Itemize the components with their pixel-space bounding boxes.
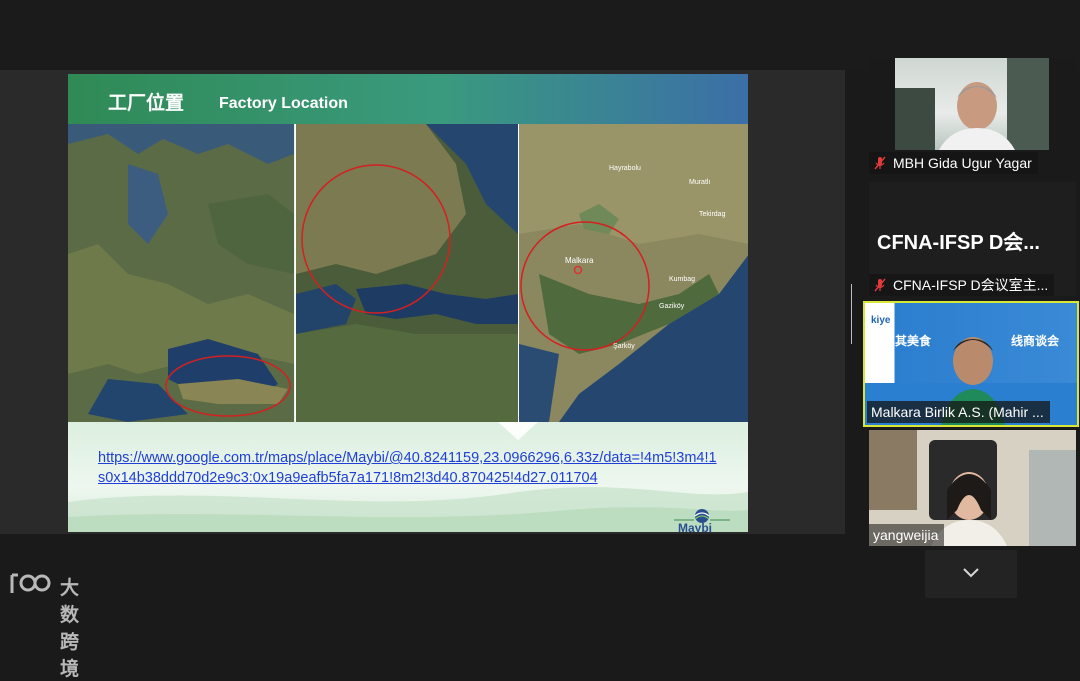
participant-tile[interactable]: MBH Gida Ugur Yagar: [869, 58, 1076, 174]
svg-text:Kumbag: Kumbag: [669, 276, 695, 283]
watermark-logo: [10, 573, 51, 593]
svg-text:Maybi: Maybi: [678, 521, 712, 532]
watermark-text: 大数跨境: [60, 577, 80, 680]
slide-header: 工厂位置 Factory Location: [68, 74, 748, 124]
svg-text:Gaziköy: Gaziköy: [659, 303, 685, 310]
slide-footer: https://www.google.com.tr/maps/place/May…: [68, 422, 748, 532]
participant-name: CFNA-IFSP D会议室主...: [893, 277, 1049, 293]
slide-title-english: Factory Location: [219, 95, 348, 112]
svg-text:Tekirdag: Tekirdag: [699, 211, 726, 218]
maybi-logo: Maybi: [666, 508, 736, 532]
participant-name: Malkara Birlik A.S. (Mahir ...: [871, 404, 1044, 420]
participant-tile-active-speaker[interactable]: kiye 土耳其美食 线商谈会 Malkara Birlik A.S. (Mah…: [863, 301, 1079, 427]
microphone-muted-icon: [874, 156, 886, 170]
participant-video: [895, 58, 1049, 150]
map-marmara: [295, 124, 518, 422]
watermark: 大数跨境: [8, 569, 79, 680]
participant-name: MBH Gida Ugur Yagar: [893, 155, 1032, 171]
google-maps-link[interactable]: https://www.google.com.tr/maps/place/May…: [98, 448, 718, 488]
svg-text:线商谈会: 线商谈会: [1011, 333, 1060, 348]
svg-text:Şarköy: Şarköy: [613, 343, 635, 350]
participant-name-label: CFNA-IFSP D会议室主...: [869, 274, 1055, 296]
participant-tile[interactable]: CFNA-IFSP D会... CFNA-IFSP D会议室主...: [869, 182, 1076, 296]
sidebar-resize-handle[interactable]: [850, 284, 855, 344]
slide-title-chinese: 工厂位置: [108, 92, 185, 114]
participant-name: yangweijia: [873, 527, 939, 543]
map-europe: [68, 124, 294, 422]
microphone-muted-icon: [874, 278, 886, 292]
participant-name-label: Malkara Birlik A.S. (Mahir ...: [867, 401, 1050, 423]
map-malkara: Malkara Tekirdag Hayrabolu Kumbag Gazikö…: [518, 124, 748, 422]
participant-name-placeholder: CFNA-IFSP D会...: [877, 232, 1040, 254]
svg-text:Muratlı: Muratlı: [689, 179, 710, 186]
participant-name-label: MBH Gida Ugur Yagar: [869, 152, 1038, 174]
expand-panel-button[interactable]: [925, 550, 1017, 598]
svg-text:Malkara: Malkara: [565, 256, 594, 265]
presentation-slide: 工厂位置 Factory Location Malkara Tekirdag H…: [68, 74, 748, 532]
chevron-down-icon: [963, 568, 979, 578]
participant-tile[interactable]: yangweijia: [869, 430, 1076, 546]
participant-name-label: yangweijia: [869, 524, 945, 546]
svg-text:kiye: kiye: [871, 315, 891, 326]
svg-text:Hayrabolu: Hayrabolu: [609, 165, 641, 172]
svg-text:土耳其美食: 土耳其美食: [871, 333, 932, 348]
